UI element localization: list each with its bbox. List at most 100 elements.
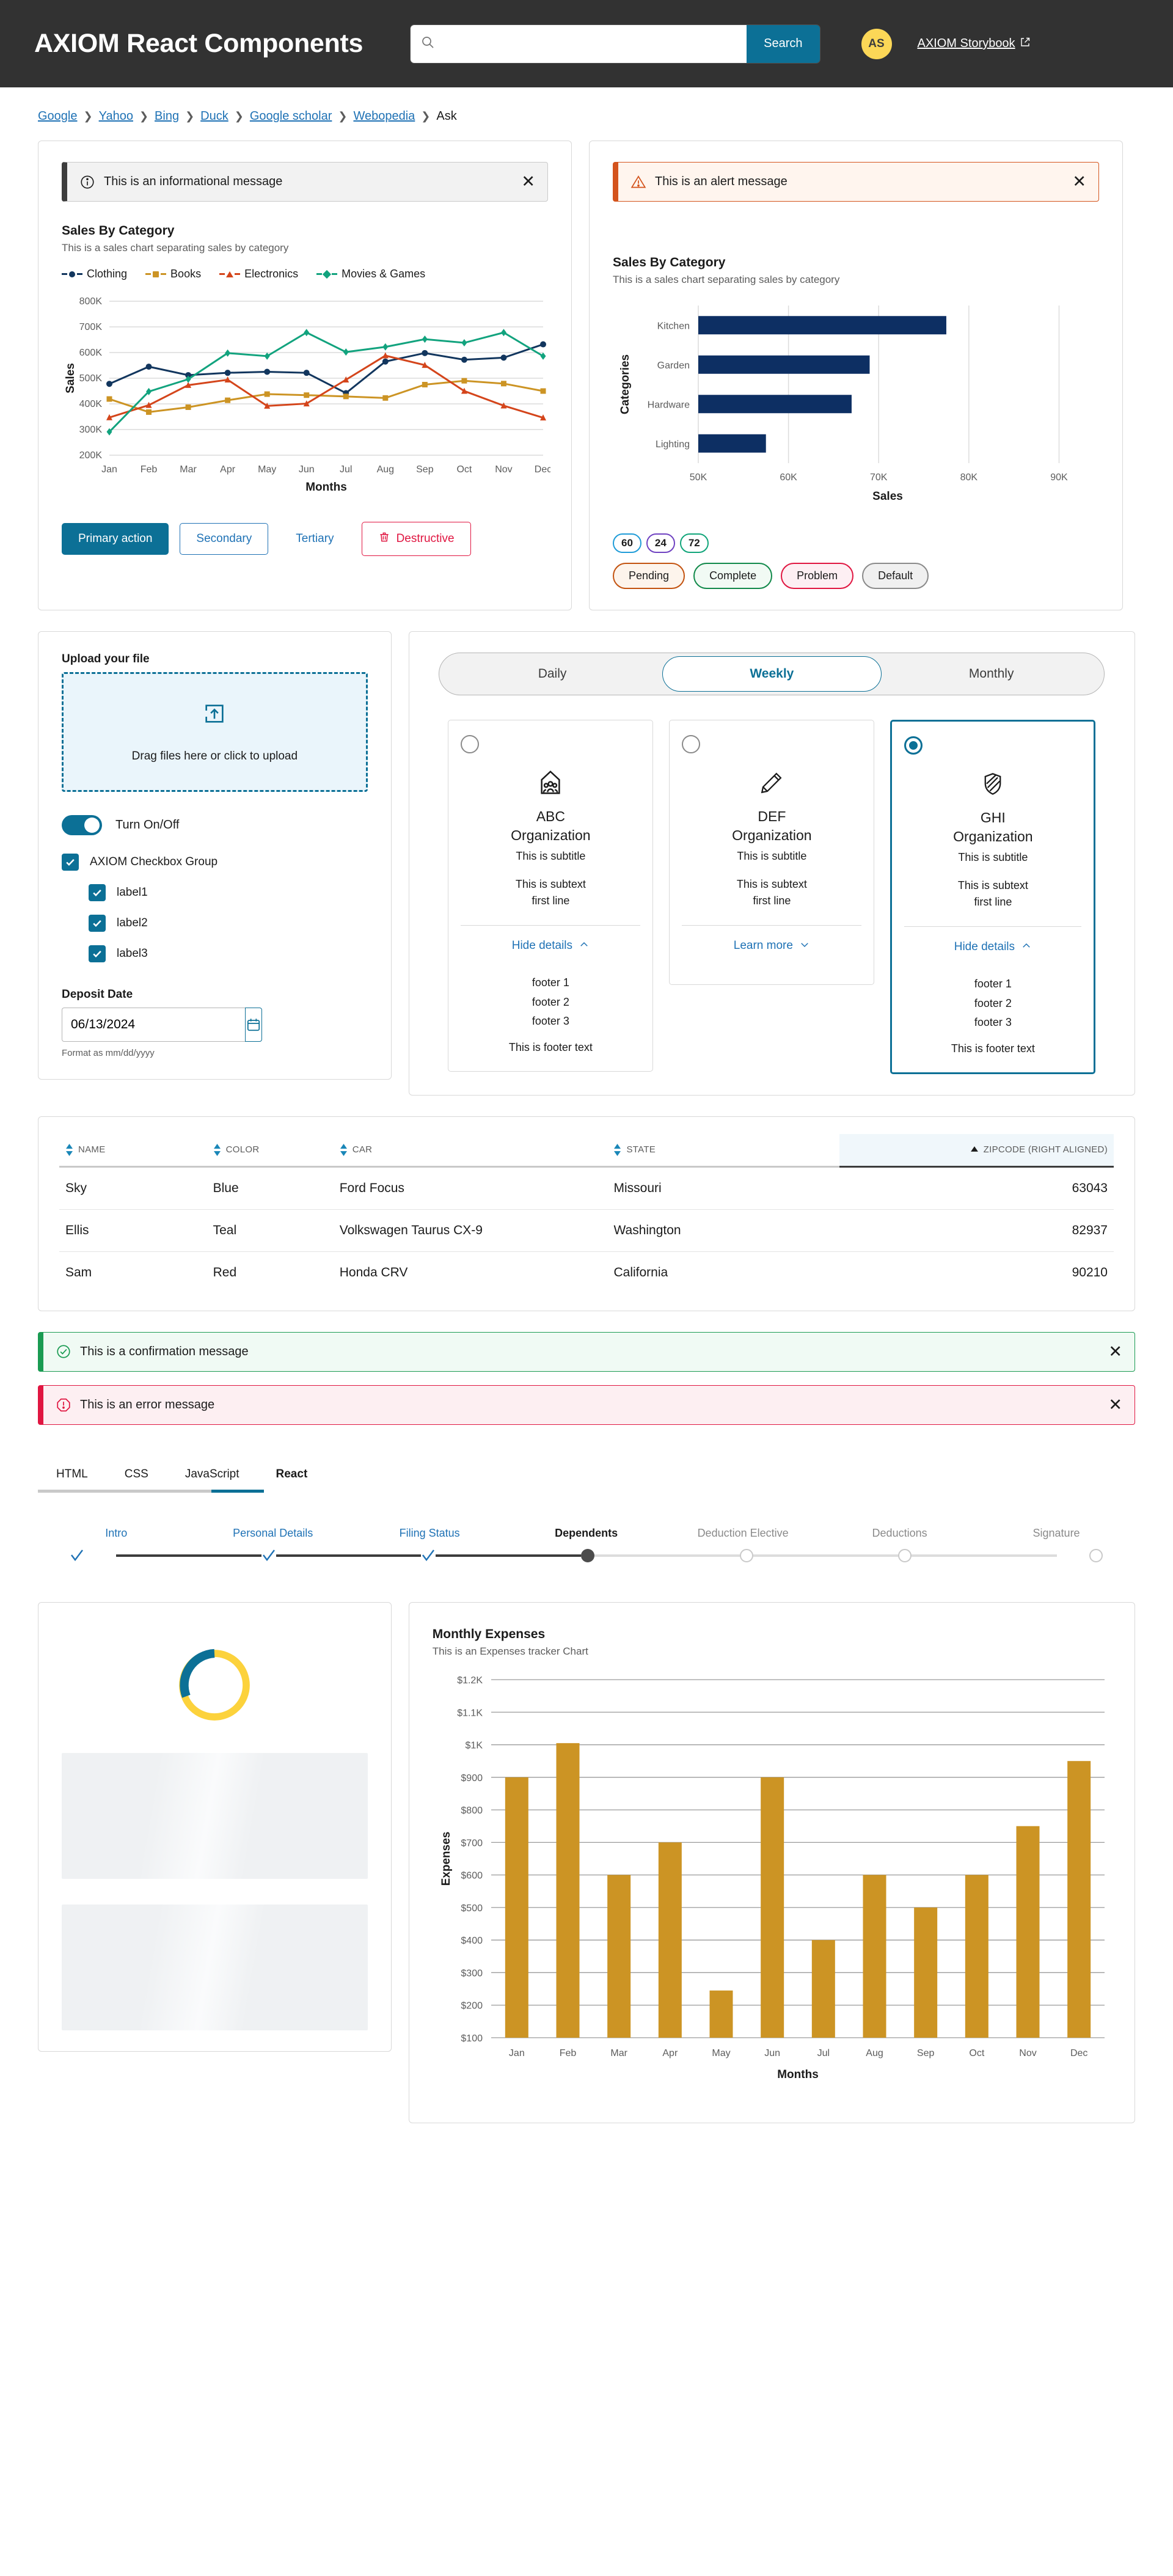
svg-text:$900: $900 <box>461 1773 483 1783</box>
search-input[interactable] <box>441 36 737 51</box>
close-icon[interactable]: ✕ <box>1108 1343 1122 1360</box>
legend-item-movies-games[interactable]: Movies & Games <box>316 268 425 280</box>
step-label-signature[interactable]: Signature <box>978 1527 1135 1540</box>
storybook-link[interactable]: AXIOM Storybook <box>918 37 1030 51</box>
secondary-button[interactable]: Secondary <box>180 523 269 555</box>
hide-details-link[interactable]: Hide details <box>461 926 640 967</box>
breadcrumb-link-yahoo[interactable]: Yahoo <box>99 109 133 123</box>
destructive-button[interactable]: Destructive <box>361 522 471 556</box>
checkbox-icon[interactable] <box>62 854 79 871</box>
segment-daily[interactable]: Daily <box>442 656 662 692</box>
search-button[interactable]: Search <box>747 24 820 63</box>
breadcrumb-link-duck[interactable]: Duck <box>200 109 228 123</box>
on-off-toggle[interactable] <box>62 815 102 835</box>
column-header-color[interactable]: COLOR <box>206 1133 334 1168</box>
selectable-card-abc[interactable]: ABC Organization This is subtitle This i… <box>448 720 654 1072</box>
deposit-date-input[interactable] <box>62 1008 245 1042</box>
step-node-current[interactable] <box>581 1548 595 1562</box>
checkbox-icon[interactable] <box>89 945 106 962</box>
svg-text:50K: 50K <box>690 472 707 483</box>
checkbox-group-parent[interactable]: AXIOM Checkbox Group <box>62 854 368 871</box>
close-icon[interactable]: ✕ <box>1108 1396 1122 1413</box>
svg-text:60K: 60K <box>780 472 797 483</box>
calendar-button[interactable] <box>245 1008 262 1042</box>
step-label-deductions[interactable]: Deductions <box>821 1527 978 1540</box>
checkbox-item-label1[interactable]: label1 <box>89 884 368 901</box>
expenses-bar-chart-plot: $100 $200 $300 $400 $500 $600 $700 $800 $900 $1K $… <box>440 1675 1105 2081</box>
learn-more-link[interactable]: Learn more <box>682 926 861 967</box>
checkbox-item-label3[interactable]: label3 <box>89 945 368 962</box>
error-alert: This is an error message ✕ <box>38 1385 1135 1425</box>
step-label-personal-details[interactable]: Personal Details <box>194 1527 351 1540</box>
radio-button[interactable] <box>682 735 701 753</box>
column-header-zipcode[interactable]: ZIPCODE (RIGHT ALIGNED) <box>839 1133 1114 1168</box>
step-check-icon[interactable] <box>421 1548 436 1563</box>
step-node-todo[interactable] <box>898 1548 912 1562</box>
column-header-car[interactable]: CAR <box>333 1133 608 1168</box>
breadcrumb-link-google[interactable]: Google <box>38 109 78 123</box>
card-subtext: This is subtext <box>515 878 586 890</box>
primary-action-button[interactable]: Primary action <box>62 523 169 555</box>
close-icon[interactable]: ✕ <box>521 174 535 190</box>
step-check-icon[interactable] <box>70 1548 84 1563</box>
column-header-name[interactable]: NAME <box>59 1133 207 1168</box>
sort-icon[interactable] <box>340 1143 348 1156</box>
segment-monthly[interactable]: Monthly <box>882 656 1101 692</box>
table-row[interactable]: Sam Red Honda CRV California 90210 <box>59 1251 1114 1293</box>
segment-weekly[interactable]: Weekly <box>662 656 882 692</box>
tab-css[interactable]: CSS <box>106 1459 167 1490</box>
svg-text:Oct: Oct <box>456 464 472 475</box>
selectable-card-ghi[interactable]: GHI Organization This is subtitle This i… <box>890 720 1096 1074</box>
close-icon[interactable]: ✕ <box>1072 174 1086 190</box>
tertiary-button[interactable]: Tertiary <box>279 523 350 555</box>
dropzone-text: Drag files here or click to upload <box>131 749 298 763</box>
legend-item-electronics[interactable]: Electronics <box>219 268 298 280</box>
svg-text:Sep: Sep <box>917 2048 935 2058</box>
breadcrumb-link-bing[interactable]: Bing <box>155 109 179 123</box>
radio-button[interactable] <box>461 735 480 753</box>
step-node-todo[interactable] <box>739 1548 753 1562</box>
footer-line: footer 1 <box>532 976 569 989</box>
legend-item-clothing[interactable]: Clothing <box>62 268 127 280</box>
legend-item-books[interactable]: Books <box>145 268 201 280</box>
line-chart-card: This is an informational message ✕ Sales… <box>38 141 572 610</box>
table-row[interactable]: Ellis Teal Volkswagen Taurus CX-9 Washin… <box>59 1209 1114 1252</box>
tab-react[interactable]: React <box>258 1459 326 1490</box>
step-node-todo[interactable] <box>1089 1548 1103 1562</box>
avatar[interactable]: AS <box>861 28 892 59</box>
card-org: Organization <box>953 829 1033 844</box>
step-label-deduction-elective[interactable]: Deduction Elective <box>665 1527 821 1540</box>
count-badges: 60 24 72 <box>613 533 1099 553</box>
breadcrumb-link-webopedia[interactable]: Webopedia <box>353 109 415 123</box>
expenses-chart-title: Monthly Expenses <box>432 1626 546 1641</box>
file-dropzone[interactable]: Drag files here or click to upload <box>62 672 368 792</box>
tab-javascript[interactable]: JavaScript <box>167 1459 258 1490</box>
tab-html[interactable]: HTML <box>38 1459 106 1490</box>
step-label-filing-status[interactable]: Filing Status <box>351 1527 508 1540</box>
step-check-icon[interactable] <box>261 1548 276 1563</box>
svg-text:500K: 500K <box>79 373 103 384</box>
hide-details-link[interactable]: Hide details <box>904 927 1081 968</box>
checkbox-icon[interactable] <box>89 884 106 901</box>
sort-icon[interactable] <box>613 1143 621 1156</box>
step-label-intro[interactable]: Intro <box>38 1527 194 1540</box>
breadcrumb-link-google-scholar[interactable]: Google scholar <box>250 109 332 123</box>
breadcrumb-separator-icon: ❯ <box>234 110 244 122</box>
radio-button-selected[interactable] <box>904 736 923 755</box>
sort-icon[interactable] <box>65 1143 73 1156</box>
sort-ascending-icon[interactable] <box>970 1144 979 1155</box>
svg-text:Jan: Jan <box>509 2048 525 2058</box>
selectable-card-def[interactable]: DEF Organization This is subtitle This i… <box>669 720 875 985</box>
breadcrumb-current: Ask <box>436 109 457 123</box>
checkbox-item-label2[interactable]: label2 <box>89 915 368 932</box>
svg-text:70K: 70K <box>870 472 888 483</box>
bottom-row: Monthly Expenses This is an Expenses tra… <box>0 1601 1173 2162</box>
svg-text:90K: 90K <box>1050 472 1068 483</box>
table-row[interactable]: Sky Blue Ford Focus Missouri 63043 <box>59 1166 1114 1210</box>
step-label-dependents[interactable]: Dependents <box>508 1527 664 1540</box>
search-field[interactable] <box>411 24 747 63</box>
checkbox-icon[interactable] <box>89 915 106 932</box>
card-subtext: This is subtext <box>957 879 1028 891</box>
column-header-state[interactable]: STATE <box>607 1133 840 1168</box>
sort-icon[interactable] <box>213 1143 221 1156</box>
